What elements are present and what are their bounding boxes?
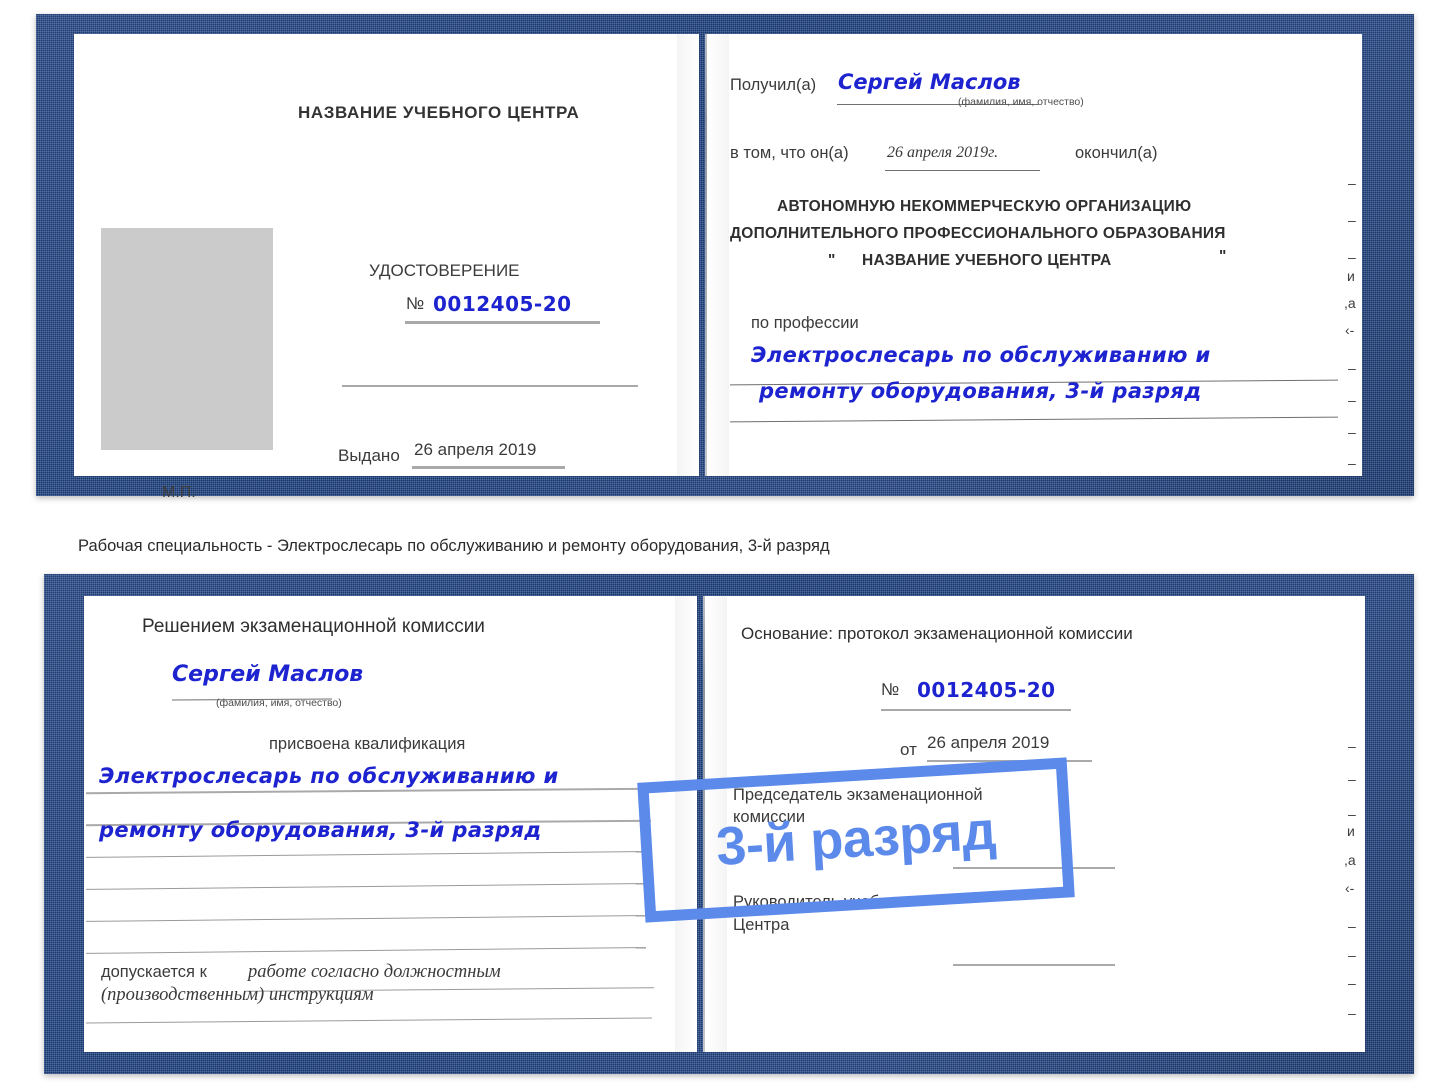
edge-fragment: – <box>1348 392 1356 408</box>
caption-text: Рабочая специальность - Электрослесарь п… <box>78 537 830 555</box>
edge-fragment: ,а <box>1344 295 1356 311</box>
received-label: Получил(а) <box>730 76 817 94</box>
blank-rule <box>342 385 638 387</box>
protocol-date-label: от <box>900 740 917 759</box>
protocol-number-underline <box>881 709 1071 711</box>
bottom-certificate-right-page: Основание: протокол экзаменационной коми… <box>705 596 1365 1052</box>
qualification-line-1: Электрослесарь по обслуживанию и <box>99 764 559 788</box>
holder-name-value: Сергей Маслов <box>172 662 364 687</box>
completion-date-value: 26 апреля 2019г. <box>887 144 999 161</box>
fio-hint: (фамилия, имя, отчество) <box>958 96 1084 108</box>
qualification-label: присвоена квалификация <box>269 735 466 753</box>
blank-rule <box>86 915 646 922</box>
photo-placeholder <box>101 228 273 450</box>
qualification-rule-1 <box>86 787 651 795</box>
head-label-line-1: Руководитель учебного <box>733 893 913 911</box>
blank-rule <box>86 947 646 954</box>
edge-fragment: и <box>1347 823 1355 839</box>
protocol-number-value: 0012405-20 <box>917 678 1056 702</box>
edge-fragment: ‹- <box>1345 880 1355 896</box>
bottom-certificate-left-page: Решением экзаменационной комиссии Сергей… <box>84 596 697 1052</box>
protocol-date-underline <box>927 760 1092 762</box>
qualification-line-2: ремонту оборудования, 3-й разряд <box>99 818 542 842</box>
allowed-rule-2 <box>86 1017 652 1024</box>
org-line-2: ДОПОЛНИТЕЛЬНОГО ПРОФЕССИОНАЛЬНОГО ОБРАЗО… <box>730 225 1226 242</box>
edge-fragment: – <box>1348 918 1356 934</box>
fio-hint: (фамилия, имя, отчество) <box>216 697 342 709</box>
allowed-value-line-1: работе согласно должностным <box>248 962 501 982</box>
head-label-line-2: Центра <box>733 916 790 934</box>
chairman-label-line-2: комиссии <box>733 808 806 826</box>
edge-fragment: и <box>1347 268 1355 284</box>
edge-fragment: – <box>1348 455 1356 471</box>
edge-fragment: – <box>1348 212 1356 228</box>
edge-fragment: – <box>1348 424 1356 440</box>
edge-fragment: – <box>1348 771 1356 787</box>
allowed-value-line-2: (производственным) инструкциям <box>101 985 374 1005</box>
top-certificate-right-page: Получил(а) Сергей Маслов (фамилия, имя, … <box>707 34 1362 476</box>
basis-label: Основание: протокол экзаменационной коми… <box>741 624 1133 643</box>
profession-line-1: Электрослесарь по обслуживанию и <box>751 343 1211 367</box>
blank-rule <box>86 851 646 858</box>
allowed-label: допускается к <box>101 963 207 981</box>
page-title: НАЗВАНИЕ УЧЕБНОГО ЦЕНТРА <box>298 103 580 122</box>
certificate-number-value: 0012405-20 <box>433 292 572 316</box>
org-quote-open: " <box>828 252 836 269</box>
profession-rule-2 <box>730 416 1338 423</box>
issued-label: Выдано <box>338 446 400 465</box>
org-line-1: АВТОНОМНУЮ НЕКОММЕРЧЕСКУЮ ОРГАНИЗАЦИЮ <box>777 198 1192 215</box>
chairman-label-line-1: Председатель экзаменационной <box>733 786 983 804</box>
issued-underline <box>412 466 565 469</box>
edge-fragment: – <box>1348 947 1356 963</box>
edge-fragment: – <box>1348 175 1356 191</box>
page-title: Решением экзаменационной комиссии <box>142 616 485 637</box>
issued-date-value: 26 апреля 2019 <box>414 440 537 459</box>
that-he-label: в том, что он(а) <box>730 144 849 162</box>
chairman-signature-rule <box>953 867 1115 869</box>
blank-rule <box>86 883 646 890</box>
edge-fragment: – <box>1348 806 1356 822</box>
org-name: НАЗВАНИЕ УЧЕБНОГО ЦЕНТРА <box>862 252 1112 269</box>
number-symbol: № <box>406 294 425 313</box>
received-name-value: Сергей Маслов <box>838 70 1021 94</box>
edge-fragment: ‹- <box>1345 322 1355 338</box>
edge-fragment: – <box>1348 360 1356 376</box>
org-quote-close: " <box>1219 248 1227 265</box>
protocol-date-value: 26 апреля 2019 <box>927 733 1050 752</box>
head-signature-rule <box>953 964 1115 966</box>
document-kind-label: УДОСТОВЕРЕНИЕ <box>369 261 520 280</box>
completion-date-underline <box>885 170 1040 171</box>
edge-fragment: – <box>1348 1005 1356 1021</box>
screenshot-canvas: НАЗВАНИЕ УЧЕБНОГО ЦЕНТРА УДОСТОВЕРЕНИЕ №… <box>0 0 1448 1085</box>
edge-fragment: – <box>1348 249 1356 265</box>
finished-label: окончил(а) <box>1075 144 1158 162</box>
seal-label: М.П. <box>162 484 196 501</box>
edge-fragment: – <box>1348 975 1356 991</box>
number-underline <box>405 321 600 324</box>
edge-fragment: – <box>1348 738 1356 754</box>
top-certificate-left-page: НАЗВАНИЕ УЧЕБНОГО ЦЕНТРА УДОСТОВЕРЕНИЕ №… <box>74 34 699 501</box>
profession-line-2: ремонту оборудования, 3-й разряд <box>759 379 1202 403</box>
profession-label: по профессии <box>751 314 859 332</box>
edge-fragment: ,а <box>1344 852 1356 868</box>
protocol-number-symbol: № <box>881 680 900 699</box>
